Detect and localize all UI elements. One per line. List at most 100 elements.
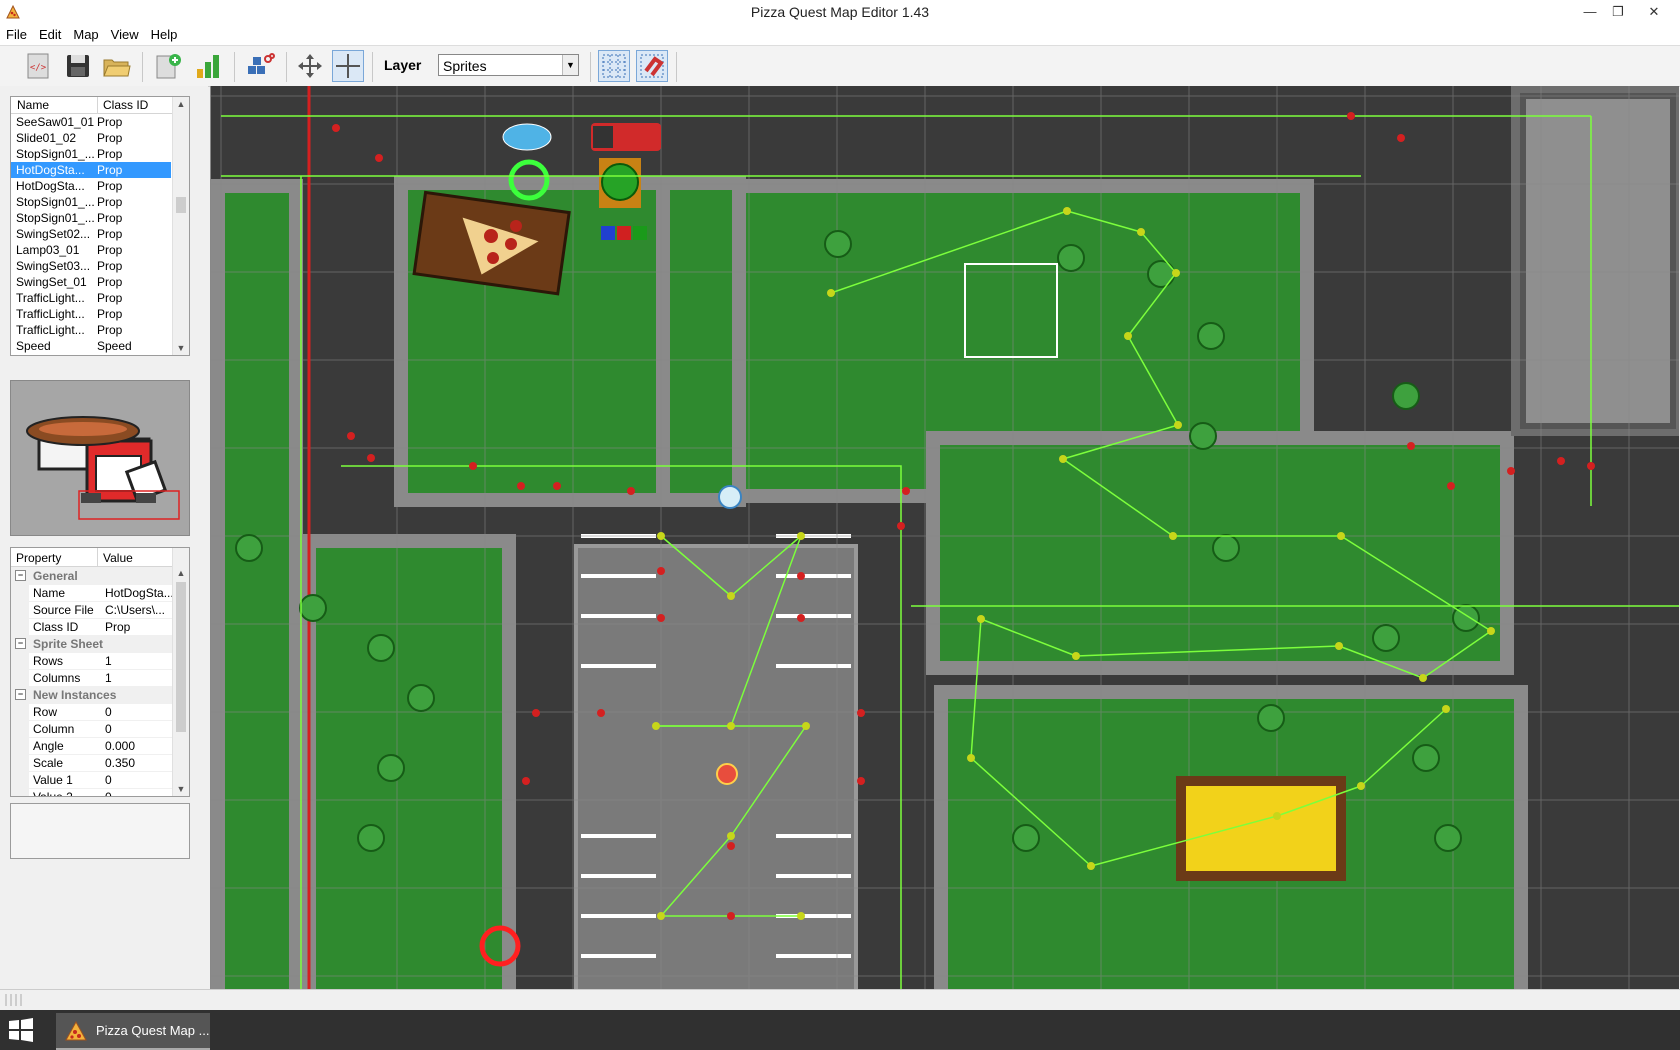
- sprite-name: SwingSet02...: [16, 227, 91, 241]
- sprite-list-row[interactable]: TrafficLight... Prop: [11, 306, 171, 322]
- property-value[interactable]: 0: [105, 722, 175, 736]
- property-row[interactable]: Column 0: [11, 720, 173, 738]
- sprite-list-row[interactable]: HotDogSta... Prop: [11, 178, 171, 194]
- sprite-list-row[interactable]: StopSign01_... Prop: [11, 210, 171, 226]
- map-svg[interactable]: [211, 86, 1679, 989]
- menu-view[interactable]: View: [105, 25, 145, 42]
- scroll-up-icon[interactable]: ▲: [173, 97, 189, 111]
- sprite-list-row[interactable]: Building03_01Street: [11, 354, 171, 355]
- open-folder-icon[interactable]: [100, 50, 132, 82]
- property-value[interactable]: 0: [105, 773, 175, 787]
- property-value[interactable]: C:\Users\...: [105, 603, 175, 617]
- menu-file[interactable]: File: [0, 25, 33, 42]
- taskbar-app-button[interactable]: Pizza Quest Map ...: [56, 1013, 210, 1050]
- property-grid-scrollbar[interactable]: ▲ ▼: [172, 548, 189, 796]
- sprite-name: Speed: [16, 339, 51, 353]
- property-row[interactable]: Value 2 0: [11, 788, 175, 796]
- waypoint-node: [657, 912, 665, 920]
- scroll-down-icon[interactable]: ▼: [173, 341, 189, 355]
- sprite-list-row[interactable]: SwingSet02... Prop: [11, 226, 171, 242]
- sprite-list-row[interactable]: SwingSet_01 Prop: [11, 274, 171, 290]
- layer-select[interactable]: Sprites ▼: [438, 54, 579, 76]
- snap-magnet-icon[interactable]: [636, 50, 668, 82]
- property-value[interactable]: Prop: [105, 620, 175, 634]
- property-row[interactable]: Angle 0.000: [11, 737, 173, 755]
- menu-edit[interactable]: Edit: [33, 25, 67, 42]
- waypoint-node: [1072, 652, 1080, 660]
- property-value[interactable]: 1: [105, 671, 175, 685]
- sprite-list-row[interactable]: HotDogSta... Prop: [11, 162, 171, 178]
- property-value[interactable]: 0: [105, 790, 175, 796]
- sprite-list[interactable]: Name Class ID SeeSaw01_01 Prop Slide01_02 P…: [10, 96, 190, 356]
- tree: [1147, 260, 1175, 288]
- waypoint-node: [1337, 532, 1345, 540]
- scroll-up-icon[interactable]: ▲: [173, 566, 189, 580]
- property-row[interactable]: Columns 1: [11, 669, 173, 687]
- waypoint: [1397, 134, 1405, 142]
- property-row[interactable]: Row 0: [11, 703, 173, 721]
- sprite-class-id: Prop: [97, 291, 123, 305]
- collapse-icon[interactable]: −: [15, 689, 26, 700]
- waypoint: [347, 432, 355, 440]
- windows-start-icon[interactable]: [8, 1018, 34, 1042]
- chevron-down-icon[interactable]: ▼: [562, 55, 578, 75]
- waypoint: [532, 709, 540, 717]
- property-value[interactable]: 0.000: [105, 739, 175, 753]
- property-value[interactable]: 1: [105, 654, 175, 668]
- property-gutter: [11, 652, 29, 669]
- property-value[interactable]: 0: [105, 705, 175, 719]
- sprite-list-row[interactable]: Slide01_02 Prop: [11, 130, 171, 146]
- tree: [1372, 624, 1400, 652]
- property-category[interactable]: − General: [11, 567, 173, 585]
- property-row[interactable]: Class ID Prop: [11, 618, 173, 636]
- move-icon[interactable]: [294, 50, 326, 82]
- property-row[interactable]: Source File C:\Users\...: [11, 601, 173, 619]
- waypoint: [367, 454, 375, 462]
- tree: [235, 534, 263, 562]
- code-icon[interactable]: </>: [22, 50, 54, 82]
- sprite-list-row[interactable]: SwingSet03... Prop: [11, 258, 171, 274]
- menu-map[interactable]: Map: [67, 25, 104, 42]
- property-category[interactable]: − Sprite Sheet: [11, 635, 173, 653]
- map-canvas[interactable]: [210, 86, 1679, 989]
- sprite-list-row[interactable]: Speed Speed: [11, 338, 171, 354]
- menu-help[interactable]: Help: [145, 25, 184, 42]
- add-sprite-icon[interactable]: [152, 50, 184, 82]
- minimize-button[interactable]: —: [1576, 2, 1604, 22]
- scroll-down-icon[interactable]: ▼: [173, 782, 189, 796]
- property-row[interactable]: Rows 1: [11, 652, 173, 670]
- column-name[interactable]: Name: [17, 98, 49, 112]
- scroll-thumb[interactable]: [176, 582, 186, 732]
- waypoint-node: [1442, 705, 1450, 713]
- collapse-icon[interactable]: −: [15, 570, 26, 581]
- sprite-list-row[interactable]: TrafficLight... Prop: [11, 322, 171, 338]
- sprite-list-row[interactable]: SeeSaw01_01 Prop: [11, 114, 171, 130]
- window-title: Pizza Quest Map Editor 1.43: [750, 4, 930, 20]
- maximize-button[interactable]: ❐: [1604, 2, 1632, 22]
- property-value[interactable]: 0.350: [105, 756, 175, 770]
- crosshair-icon[interactable]: [332, 50, 364, 82]
- scroll-thumb[interactable]: [176, 197, 186, 213]
- property-category[interactable]: − New Instances: [11, 686, 173, 704]
- property-row[interactable]: Name HotDogSta...: [11, 584, 175, 602]
- sprite-list-row[interactable]: Lamp03_01 Prop: [11, 242, 171, 258]
- sprite-list-row[interactable]: StopSign01_... Prop: [11, 146, 171, 162]
- waypoint-node: [727, 832, 735, 840]
- network-icon[interactable]: [244, 50, 276, 82]
- sprite-list-row[interactable]: TrafficLight... Prop: [11, 290, 171, 306]
- property-grid[interactable]: Property Value − General Name HotDogSta... S…: [10, 547, 190, 797]
- property-name: Column: [33, 722, 75, 736]
- bar-chart-icon[interactable]: [192, 50, 224, 82]
- save-icon[interactable]: [62, 50, 94, 82]
- tree: [367, 634, 395, 662]
- sprite-list-scrollbar[interactable]: ▲ ▼: [172, 97, 189, 355]
- property-row[interactable]: Value 1 0: [11, 771, 173, 789]
- grid-icon[interactable]: [598, 50, 630, 82]
- column-class-id[interactable]: Class ID: [97, 97, 148, 114]
- property-row[interactable]: Scale 0.350: [11, 754, 173, 772]
- property-name: Value 1: [33, 773, 73, 787]
- property-value[interactable]: HotDogSta...: [105, 586, 175, 600]
- close-button[interactable]: ✕: [1640, 2, 1668, 22]
- collapse-icon[interactable]: −: [15, 638, 26, 649]
- sprite-list-row[interactable]: StopSign01_... Prop: [11, 194, 171, 210]
